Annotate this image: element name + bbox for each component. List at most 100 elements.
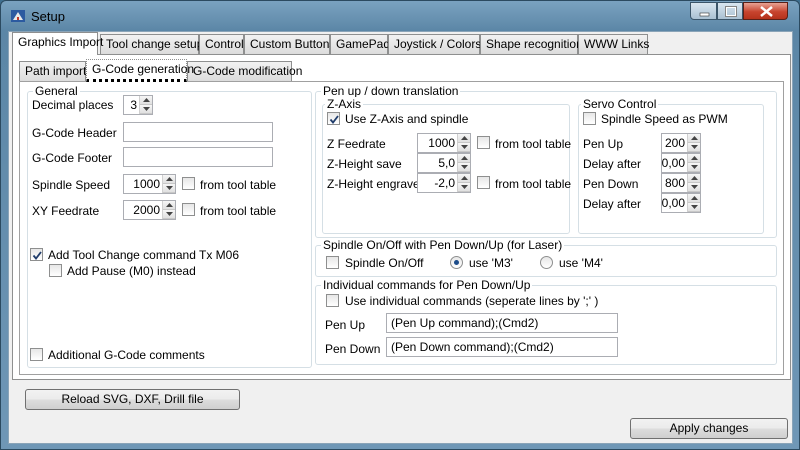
use-m3-radio[interactable] bbox=[450, 256, 463, 269]
additional-comments-checkbox[interactable] bbox=[30, 348, 43, 361]
spindle-speed-label: Spindle Speed bbox=[32, 178, 111, 192]
tab-www-links[interactable]: WWW Links bbox=[578, 34, 650, 54]
spin-down-icon[interactable] bbox=[458, 183, 470, 192]
tab-label: Custom Buttons bbox=[250, 37, 336, 51]
tab-label: G-Code modification bbox=[193, 64, 303, 78]
spin-up-icon[interactable] bbox=[688, 154, 700, 163]
tab-gamepad[interactable]: GamePad bbox=[330, 34, 390, 54]
tool-change-checkbox[interactable] bbox=[30, 248, 43, 261]
servo-pen-down-value: 800 bbox=[664, 176, 685, 190]
servo-pen-up-stepper[interactable]: 200 bbox=[661, 133, 701, 153]
spindle-pwm-checkbox[interactable] bbox=[583, 112, 596, 125]
pen-translation-legend: Pen up / down translation bbox=[321, 84, 461, 98]
tab-joystick-colors[interactable]: Joystick / Colors bbox=[388, 34, 482, 54]
checkmark-icon bbox=[32, 251, 42, 260]
tab-label: Path import bbox=[25, 64, 87, 78]
use-z-axis-checkbox[interactable] bbox=[327, 112, 340, 125]
gcode-header-input[interactable] bbox=[123, 122, 273, 142]
spindle-speed-stepper[interactable]: 1000 bbox=[123, 174, 176, 194]
spin-up-icon[interactable] bbox=[458, 174, 470, 183]
xy-from-tool-checkbox[interactable] bbox=[182, 203, 195, 216]
spin-buttons[interactable] bbox=[457, 154, 470, 172]
spin-buttons[interactable] bbox=[457, 174, 470, 192]
servo-pen-down-stepper[interactable]: 800 bbox=[661, 173, 701, 193]
spindle-onoff-checkbox[interactable] bbox=[326, 256, 339, 269]
minimize-button[interactable] bbox=[690, 2, 717, 20]
z-height-engrave-stepper[interactable]: -2,0 bbox=[417, 173, 471, 193]
use-m4-label: use 'M4' bbox=[559, 256, 603, 270]
gcode-footer-input[interactable] bbox=[123, 147, 273, 167]
maximize-button[interactable] bbox=[717, 2, 743, 20]
spin-buttons[interactable] bbox=[687, 174, 700, 192]
servo-delay-after-down-stepper[interactable]: 0,00 bbox=[661, 193, 701, 213]
z-feedrate-from-tool-checkbox[interactable] bbox=[477, 136, 490, 149]
spin-buttons[interactable] bbox=[162, 175, 175, 193]
tab-label: Tool change setup bbox=[106, 37, 204, 51]
use-z-axis-label: Use Z-Axis and spindle bbox=[345, 112, 469, 126]
tab-label: Joystick / Colors bbox=[394, 37, 482, 51]
tab-label: WWW Links bbox=[584, 37, 650, 51]
spin-down-icon[interactable] bbox=[163, 184, 175, 193]
spin-up-icon[interactable] bbox=[140, 96, 152, 105]
decimal-places-stepper[interactable]: 3 bbox=[123, 95, 153, 115]
spin-buttons[interactable] bbox=[687, 194, 700, 212]
spin-down-icon[interactable] bbox=[688, 183, 700, 192]
tool-change-label: Add Tool Change command Tx M06 bbox=[48, 248, 239, 262]
tab-label: Control bbox=[205, 37, 244, 51]
use-individual-checkbox[interactable] bbox=[326, 294, 339, 307]
spin-down-icon[interactable] bbox=[458, 143, 470, 152]
spin-buttons[interactable] bbox=[162, 201, 175, 219]
individual-pen-up-input[interactable]: (Pen Up command);(Cmd2) bbox=[386, 313, 618, 333]
tab-graphics-import[interactable]: Graphics Import bbox=[12, 32, 103, 55]
individual-pen-down-input[interactable]: (Pen Down command);(Cmd2) bbox=[386, 337, 618, 357]
spin-up-icon[interactable] bbox=[688, 194, 700, 203]
spin-buttons[interactable] bbox=[687, 154, 700, 172]
servo-delay-after-up-value: 0,00 bbox=[661, 156, 685, 170]
subtab-gcode-generation[interactable]: G-Code generation bbox=[86, 59, 194, 82]
general-group: General Decimal places 3 G-Code Header G… bbox=[27, 84, 312, 368]
spin-down-icon[interactable] bbox=[163, 210, 175, 219]
apply-changes-button[interactable]: Apply changes bbox=[630, 418, 788, 439]
xy-feedrate-value: 2000 bbox=[133, 203, 160, 217]
gcode-header-label: G-Code Header bbox=[32, 126, 117, 140]
spin-buttons[interactable] bbox=[457, 134, 470, 152]
spin-up-icon[interactable] bbox=[163, 175, 175, 184]
spin-down-icon[interactable] bbox=[458, 163, 470, 172]
close-button[interactable] bbox=[743, 2, 788, 20]
tab-tool-change-setup[interactable]: Tool change setup bbox=[100, 34, 203, 54]
spin-down-icon[interactable] bbox=[140, 105, 152, 114]
spin-down-icon[interactable] bbox=[688, 163, 700, 172]
subtab-gcode-modification[interactable]: G-Code modification bbox=[187, 61, 302, 81]
tab-custom-buttons[interactable]: Custom Buttons bbox=[244, 34, 335, 54]
z-engrave-from-tool-label: from tool table bbox=[495, 177, 572, 191]
spin-buttons[interactable] bbox=[139, 96, 152, 114]
servo-delay-after-down-value: 0,00 bbox=[661, 196, 685, 210]
gcode-generation-panel: General Decimal places 3 G-Code Header G… bbox=[19, 81, 784, 375]
z-engrave-from-tool-checkbox[interactable] bbox=[477, 176, 490, 189]
spindle-from-tool-label: from tool table bbox=[200, 178, 277, 192]
spin-buttons[interactable] bbox=[687, 134, 700, 152]
z-feedrate-value: 1000 bbox=[428, 136, 455, 150]
use-m4-radio[interactable] bbox=[540, 256, 553, 269]
individual-commands-group: Individual commands for Pen Down/Up Use … bbox=[315, 278, 777, 365]
title-bar[interactable]: Setup bbox=[1, 1, 799, 31]
xy-feedrate-stepper[interactable]: 2000 bbox=[123, 200, 176, 220]
add-pause-checkbox[interactable] bbox=[49, 264, 62, 277]
z-feedrate-stepper[interactable]: 1000 bbox=[417, 133, 471, 153]
spin-up-icon[interactable] bbox=[163, 201, 175, 210]
spin-down-icon[interactable] bbox=[688, 203, 700, 212]
spin-up-icon[interactable] bbox=[688, 174, 700, 183]
reload-file-button[interactable]: Reload SVG, DXF, Drill file bbox=[25, 389, 240, 410]
servo-delay-after-up-stepper[interactable]: 0,00 bbox=[661, 153, 701, 173]
spin-up-icon[interactable] bbox=[458, 134, 470, 143]
z-height-save-stepper[interactable]: 5,0 bbox=[417, 153, 471, 173]
spin-up-icon[interactable] bbox=[688, 134, 700, 143]
general-legend: General bbox=[33, 84, 80, 98]
servo-delay-after-down-label: Delay after bbox=[583, 197, 642, 211]
spin-up-icon[interactable] bbox=[458, 154, 470, 163]
subtab-path-import[interactable]: Path import bbox=[19, 61, 86, 81]
spin-down-icon[interactable] bbox=[688, 143, 700, 152]
tab-shape-recognition[interactable]: Shape recognition bbox=[480, 34, 583, 54]
tab-control[interactable]: Control bbox=[199, 34, 244, 54]
spindle-from-tool-checkbox[interactable] bbox=[182, 177, 195, 190]
